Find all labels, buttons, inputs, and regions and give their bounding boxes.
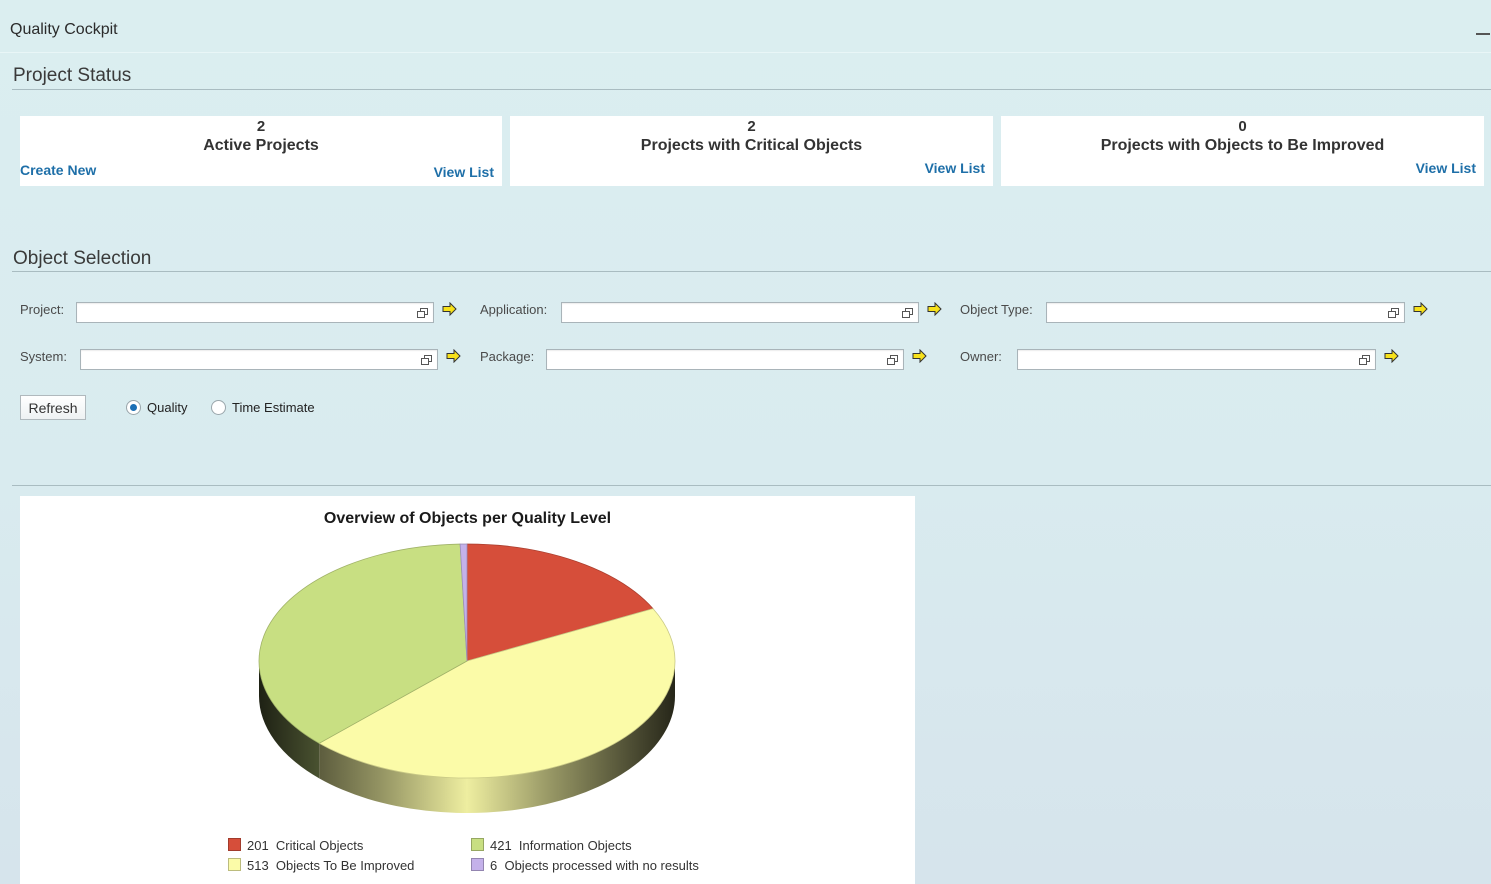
package-input[interactable] [546,349,904,370]
application-label: Application: [480,302,548,317]
legend-swatch [471,858,484,871]
value-help-icon[interactable] [1359,355,1370,365]
chart-panel: Overview of Objects per Quality Level 20… [20,496,915,884]
tile-improve-projects: 0 Projects with Objects to Be Improved V… [1001,116,1484,186]
legend-swatch [228,858,241,871]
quality-radio-label[interactable]: Quality [147,400,187,415]
legend-item: 421 Information Objects [471,838,632,853]
owner-input[interactable] [1017,349,1376,370]
critical-projects-count: 2 [747,118,756,135]
legend-value: 6 [490,858,505,873]
active-projects-label: Active Projects [203,137,319,154]
value-help-icon[interactable] [417,308,428,318]
legend-label: Objects To Be Improved [275,858,415,873]
go-arrow-icon[interactable] [1384,349,1400,363]
legend-label: Critical Objects [275,838,364,853]
project-label: Project: [20,302,65,317]
value-help-icon[interactable] [887,355,898,365]
improve-projects-label: Projects with Objects to Be Improved [1100,137,1385,154]
package-label: Package: [480,349,535,364]
legend-item: 6 Objects processed with no results [471,858,699,873]
legend-swatch [228,838,241,851]
value-help-icon[interactable] [902,308,913,318]
create-new-link[interactable]: Create New [20,162,96,178]
view-list-critical-link[interactable]: View List [925,160,985,176]
view-list-improve-link[interactable]: View List [1416,160,1476,176]
legend-item: 513 Objects To Be Improved [228,858,414,873]
go-arrow-icon[interactable] [442,302,458,316]
go-arrow-icon[interactable] [446,349,462,363]
project-status-divider [12,89,1491,90]
chart-divider [12,485,1491,486]
go-arrow-icon[interactable] [912,349,928,363]
object-selection-title: Object Selection [13,248,152,269]
project-status-title: Project Status [13,65,132,86]
header-divider [0,52,1491,53]
legend-value: 513 [247,858,276,873]
tile-active-projects: 2 Active Projects Create New View List [20,116,502,186]
owner-label: Owner: [960,349,1002,364]
time-estimate-radio[interactable] [211,400,226,415]
tile-critical-projects: 2 Projects with Critical Objects View Li… [510,116,993,186]
active-projects-count: 2 [256,118,266,135]
legend-swatch [471,838,484,851]
legend-label: Information Objects [518,838,632,853]
object-type-input[interactable] [1046,302,1405,323]
view-list-active-link[interactable]: View List [434,164,494,180]
quality-radio[interactable] [126,400,141,415]
refresh-button[interactable]: Refresh [20,395,86,420]
pie-chart [258,543,676,813]
critical-projects-label: Projects with Critical Objects [640,137,863,154]
go-arrow-icon[interactable] [927,302,943,316]
object-type-label: Object Type: [960,302,1033,317]
page-title: Quality Cockpit [10,21,118,38]
application-input[interactable] [561,302,919,323]
system-label: System: [20,349,67,364]
minimize-icon[interactable] [1476,33,1490,35]
project-input[interactable] [76,302,434,323]
legend-item: 201 Critical Objects [228,838,363,853]
improve-projects-count: 0 [1238,118,1247,135]
time-estimate-radio-label[interactable]: Time Estimate [232,400,315,415]
legend-label: Objects processed with no results [504,858,699,873]
value-help-icon[interactable] [421,355,432,365]
legend-value: 201 [247,838,276,853]
go-arrow-icon[interactable] [1413,302,1429,316]
value-help-icon[interactable] [1388,308,1399,318]
legend-value: 421 [490,838,519,853]
object-selection-divider [12,271,1491,272]
system-input[interactable] [80,349,438,370]
